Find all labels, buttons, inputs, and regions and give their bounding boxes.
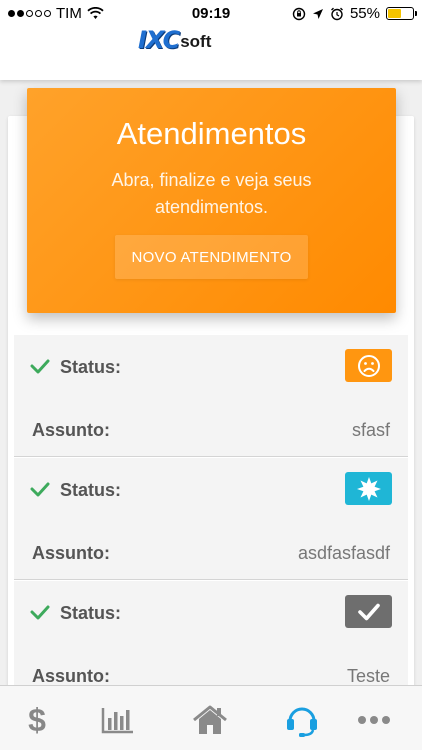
bar-chart-icon <box>101 708 133 734</box>
page-title: Atendimentos <box>116 116 307 151</box>
ticket-status-row: Status: <box>14 593 408 633</box>
battery-percentage: 55% <box>349 5 380 22</box>
subject-label: Assunto: <box>32 666 110 686</box>
dollar-icon: $ <box>28 701 46 738</box>
ticket-card[interactable]: Status: Assunto: sfasf <box>14 335 408 457</box>
hero-card: Atendimentos Abra, finalize e veja seus … <box>27 88 396 313</box>
status-bar-right: 55% <box>292 5 417 22</box>
tab-finance[interactable]: $ <box>17 702 57 738</box>
battery-icon <box>386 7 417 20</box>
alarm-icon <box>331 7 343 20</box>
check-icon <box>30 605 50 620</box>
tab-reports[interactable] <box>98 702 138 738</box>
more-icon <box>358 716 390 724</box>
logo-main-text: IXC <box>138 26 180 54</box>
ticket-subject-row: Assunto: sfasf <box>14 410 408 450</box>
logo-sub-text: soft <box>180 32 212 51</box>
app-header: TIM 09:19 55% IXC soft <box>0 0 422 80</box>
home-icon <box>193 705 227 734</box>
rotation-lock-icon <box>292 7 306 20</box>
tab-support[interactable] <box>282 702 322 738</box>
starburst-icon <box>345 472 392 505</box>
ticket-card[interactable]: Status: Assunto: asdfasfasdf <box>14 458 408 580</box>
new-ticket-button[interactable]: NOVO ATENDIMENTO <box>115 235 308 279</box>
battery-fill <box>388 9 402 18</box>
subject-value: asdfasfasdf <box>297 543 390 563</box>
status-label: Status: <box>60 480 122 500</box>
ticket-status-row: Status: <box>14 347 408 387</box>
status-bar: TIM 09:19 55% <box>0 0 422 28</box>
headset-icon <box>287 707 317 737</box>
check-icon <box>30 482 50 497</box>
hero-subtitle: Abra, finalize e veja seus atendimentos. <box>111 170 312 217</box>
checkmark-icon <box>345 595 392 628</box>
subject-value: Teste <box>346 666 390 686</box>
bottom-tab-bar: $ <box>0 685 422 750</box>
tab-more[interactable] <box>354 702 394 738</box>
status-label: Status: <box>60 603 122 623</box>
subject-label: Assunto: <box>32 420 110 440</box>
location-arrow-icon <box>312 8 323 19</box>
ticket-subject-row: Assunto: asdfasfasdf <box>14 533 408 573</box>
status-label: Status: <box>60 357 122 377</box>
sad-face-icon <box>345 349 392 382</box>
ticket-status-row: Status: <box>14 470 408 510</box>
ixcsoft-logo: IXC soft <box>138 28 211 52</box>
check-icon <box>30 359 50 374</box>
subject-value: sfasf <box>351 420 390 440</box>
subject-label: Assunto: <box>32 543 110 563</box>
tab-home[interactable] <box>190 702 230 738</box>
